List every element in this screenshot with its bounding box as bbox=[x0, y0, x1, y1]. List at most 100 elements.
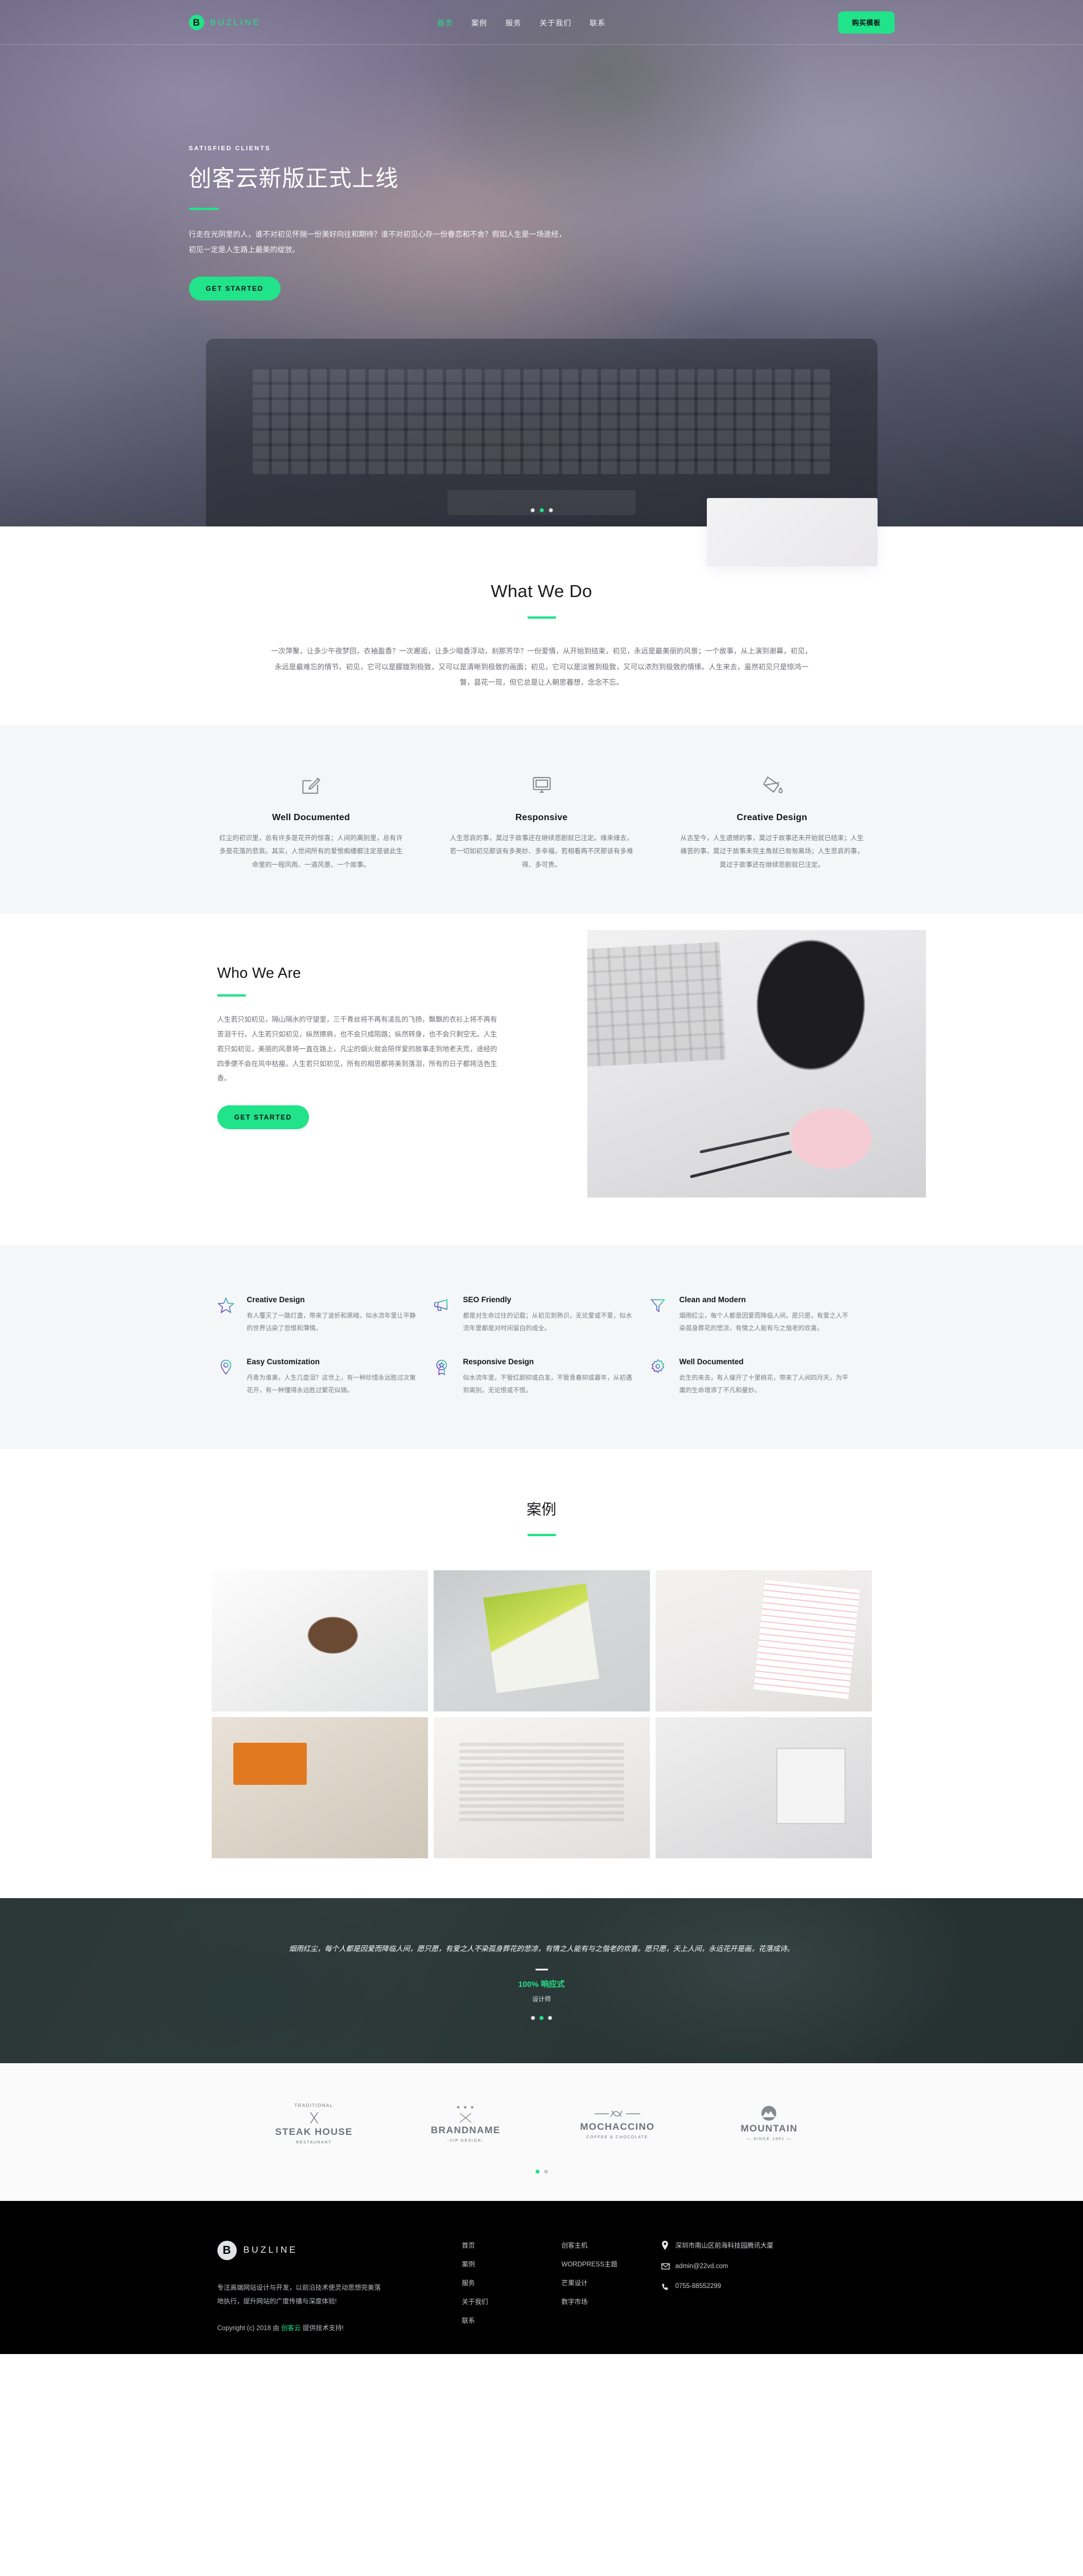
features-six-grid: Creative Design 有人覆灭了一路灯盏，带来了波折和黑暗，似水流年里… bbox=[217, 1284, 866, 1408]
footer-brand-mark-icon: B bbox=[217, 2240, 237, 2260]
portfolio-section: 案例 bbox=[0, 1449, 1083, 1898]
funnel-icon bbox=[649, 1295, 669, 1335]
hero-content: SATISFIED CLIENTS 创客云新版正式上线 行走在光阴里的人，谁不对… bbox=[188, 145, 895, 301]
arrows-badge-icon bbox=[409, 2112, 522, 2124]
hero-slider-dot-2[interactable] bbox=[540, 508, 543, 512]
ribbon-swirl-icon bbox=[561, 2108, 674, 2119]
footer-link-cases[interactable]: 案例 bbox=[462, 2260, 562, 2269]
client-logo-mochaccino[interactable]: MOCHACCINO COFFEE & CHOCOLATE bbox=[561, 2108, 674, 2139]
client-logo-sub-text: — SINCE 1991 — bbox=[746, 2137, 792, 2142]
nav-item-about[interactable]: 关于我们 bbox=[540, 17, 571, 28]
location-pin-icon bbox=[217, 1357, 237, 1397]
footer-link-mango-design[interactable]: 芒果设计 bbox=[562, 2278, 661, 2287]
testimonial-slider-dot-2[interactable] bbox=[540, 2016, 543, 2021]
testimonial-section: 烟雨红尘，每个人都是因爱而降临人间，愿只愿，有爱之人不染孤身葬花的悲凉，有情之人… bbox=[0, 1898, 1083, 2063]
brand-mark-icon: B bbox=[188, 14, 204, 30]
phone-icon bbox=[661, 2283, 669, 2291]
pen-graphic bbox=[690, 1150, 793, 1179]
client-logo-brandname[interactable]: ★ ★ ★ BRANDNAME -VIP DESIGN- bbox=[409, 2105, 522, 2143]
nav-item-services[interactable]: 服务 bbox=[505, 17, 521, 28]
hero-get-started-button[interactable]: GET STARTED bbox=[188, 277, 281, 301]
feature-text: 有人覆灭了一路灯盏，带来了波折和黑暗，似水流年里让平静的世界沾染了怨恨和薄情。 bbox=[246, 1312, 416, 1332]
portfolio-grid bbox=[211, 1570, 872, 1858]
hero-title: 创客云新版正式上线 bbox=[188, 166, 399, 191]
footer-address-text: 深圳市南山区前海科技园腾讯大厦 bbox=[675, 2242, 774, 2249]
hero-section: B BUZLINE 首页 案例 服务 关于我们 联系 购买模板 SATISFIE… bbox=[0, 0, 1083, 526]
section-divider bbox=[527, 616, 556, 619]
client-logo-mountain[interactable]: MOUNTAIN — SINCE 1991 — bbox=[712, 2106, 826, 2141]
footer-link-services[interactable]: 服务 bbox=[462, 2278, 562, 2287]
keyboard-graphic bbox=[587, 942, 726, 1068]
feature-text: 似水流年里，不管红颜抑或白发，不管青春抑或暮年，从初遇到离别，无论恨或不恨。 bbox=[463, 1375, 632, 1394]
footer-links-column: 创客主机 WORDPRESS主题 芒果设计 数字市场 bbox=[562, 2241, 661, 2335]
client-logos-list: TRADITIONAL STEAK HOUSE RESTAURANT ★ ★ ★… bbox=[257, 2103, 826, 2145]
brand-logo[interactable]: B BUZLINE bbox=[188, 14, 261, 30]
feature-title: Easy Customization bbox=[246, 1357, 320, 1367]
footer-brand-name: BUZLINE bbox=[243, 2245, 298, 2255]
what-we-do-section: What We Do 一次萍聚，让多少午夜梦回，衣袖盈香？一次邂逅，让多少暗香浮… bbox=[0, 498, 1083, 725]
hero-slider-dot-1[interactable] bbox=[530, 508, 534, 512]
copyright-prefix: Copyright (c) 2018 由 bbox=[217, 2325, 281, 2332]
feature-text: 红尘的初识里，总有许多是花开的惊喜；人间的离别里，总有许多是花落的悲哀。其实，人… bbox=[219, 834, 403, 869]
footer-contact-phone[interactable]: 0755-88552299 bbox=[661, 2283, 866, 2291]
footer-contact-column: 深圳市南山区前海科技园腾讯大厦 admin@22vd.com 0755-8855… bbox=[661, 2240, 866, 2335]
mountain-icon bbox=[712, 2106, 826, 2121]
who-we-are-content: Who We Are 人生若只如初见，隔山隔水的守望里，三千青丝将不再有凌乱的飞… bbox=[217, 956, 502, 1130]
client-slider-dot-2[interactable] bbox=[543, 2169, 548, 2174]
hero-kicker: SATISFIED CLIENTS bbox=[188, 145, 271, 152]
paint-bucket-icon bbox=[678, 769, 866, 800]
client-logo-name: MOUNTAIN bbox=[740, 2123, 798, 2134]
client-logo-sub-text: -VIP DESIGN- bbox=[447, 2138, 484, 2143]
footer-link-wordpress-themes[interactable]: WORDPRESS主题 bbox=[562, 2260, 661, 2269]
testimonial-divider bbox=[535, 1969, 548, 1971]
client-slider-dot-1[interactable] bbox=[535, 2169, 540, 2174]
what-we-do-lead: 一次萍聚，让多少午夜梦回，衣袖盈香？一次邂逅，让多少暗香浮动，刹那芳华？一份爱情… bbox=[271, 647, 812, 686]
portfolio-item-phone-and-dotted-notebook[interactable] bbox=[655, 1570, 872, 1711]
features-three-list: Well Documented 红尘的初识里，总有许多是花开的惊喜；人间的离别里… bbox=[217, 769, 866, 873]
testimonial-slider-dot-1[interactable] bbox=[531, 2016, 535, 2021]
nav-item-home[interactable]: 首页 bbox=[437, 17, 453, 28]
feature-item: Clean and Modern 烟雨红尘，每个人都是因爱而降临人间，愿只愿，有… bbox=[649, 1284, 866, 1346]
who-we-are-divider bbox=[217, 994, 246, 997]
portfolio-item-glasses-on-laptop[interactable] bbox=[211, 1570, 428, 1711]
footer-link-about[interactable]: 关于我们 bbox=[462, 2297, 562, 2306]
feature-text: 都是对生命过往的记载；从初见到熟识，无论爱或不爱，似水流年里都是对时间留白的成全… bbox=[463, 1312, 632, 1332]
client-logo-name: STEAK HOUSE bbox=[275, 2126, 353, 2137]
feature-title: Well Documented bbox=[679, 1357, 744, 1367]
footer-contact-email[interactable]: admin@22vd.com bbox=[661, 2263, 866, 2270]
feature-title: Clean and Modern bbox=[679, 1295, 746, 1305]
footer-link-hosting[interactable]: 创客主机 bbox=[562, 2241, 661, 2250]
portfolio-item-green-notebook-grid-paper[interactable] bbox=[433, 1570, 650, 1711]
footer-nav-column: 首页 案例 服务 关于我们 联系 bbox=[462, 2241, 562, 2335]
feature-item: Creative Design 有人覆灭了一路灯盏，带来了波折和黑暗，似水流年里… bbox=[217, 1284, 434, 1346]
feature-card: Well Documented 红尘的初识里，总有许多是花开的惊喜；人间的离别里… bbox=[217, 769, 405, 873]
portfolio-item-tablet-with-croissant[interactable] bbox=[211, 1717, 428, 1858]
hero-divider bbox=[188, 208, 219, 210]
nav-item-cases[interactable]: 案例 bbox=[471, 17, 487, 28]
hero-slider-dot-3[interactable] bbox=[549, 508, 553, 512]
feature-text: 丹青为谁美，人生几壶泪？这世上，有一种珍惜永远胜过次第花开，有一种懂得永远胜过繁… bbox=[246, 1375, 416, 1394]
who-get-started-button[interactable]: GET STARTED bbox=[217, 1105, 309, 1130]
buy-template-button[interactable]: 购买模板 bbox=[838, 11, 895, 34]
footer-email-text: admin@22vd.com bbox=[675, 2262, 728, 2270]
fork-knife-icon bbox=[257, 2110, 371, 2125]
nav-links: 首页 案例 服务 关于我们 联系 bbox=[437, 17, 606, 28]
footer-link-contact[interactable]: 联系 bbox=[462, 2316, 562, 2325]
monitor-icon bbox=[448, 769, 636, 800]
client-logos-slider-dots bbox=[0, 2169, 1083, 2174]
portfolio-item-creative-mess-desk[interactable] bbox=[655, 1717, 872, 1858]
footer-brand-block: B BUZLINE 专注高端网站设计与开发，以前沿技术使灵动思想完美落地执行，提… bbox=[217, 2240, 462, 2335]
client-logo-top-text: TRADITIONAL bbox=[294, 2102, 333, 2108]
footer-link-home[interactable]: 首页 bbox=[462, 2241, 562, 2250]
copyright-link[interactable]: 创客云 bbox=[281, 2325, 301, 2332]
portfolio-item-open-book-with-highlighter[interactable] bbox=[433, 1717, 650, 1858]
footer-description: 专注高端网站设计与开发，以前沿技术使灵动思想完美落地执行，提升网站的广度传播与深… bbox=[217, 2284, 381, 2305]
footer-logo[interactable]: B BUZLINE bbox=[217, 2240, 462, 2260]
client-logo-sub-text: RESTAURANT bbox=[296, 2140, 332, 2145]
testimonial-slider-dot-3[interactable] bbox=[548, 2016, 552, 2021]
nav-item-contact[interactable]: 联系 bbox=[590, 17, 606, 28]
client-logo-steak-house[interactable]: TRADITIONAL STEAK HOUSE RESTAURANT bbox=[257, 2103, 371, 2145]
footer-link-digital-market[interactable]: 数字市场 bbox=[562, 2297, 661, 2306]
feature-text: 人生悲哀的事，莫过于故事还在继续悲剧就已注定。缘来缘去，若一切如初见那该有多美妙… bbox=[450, 834, 633, 869]
pen-graphic-2 bbox=[699, 1131, 790, 1154]
